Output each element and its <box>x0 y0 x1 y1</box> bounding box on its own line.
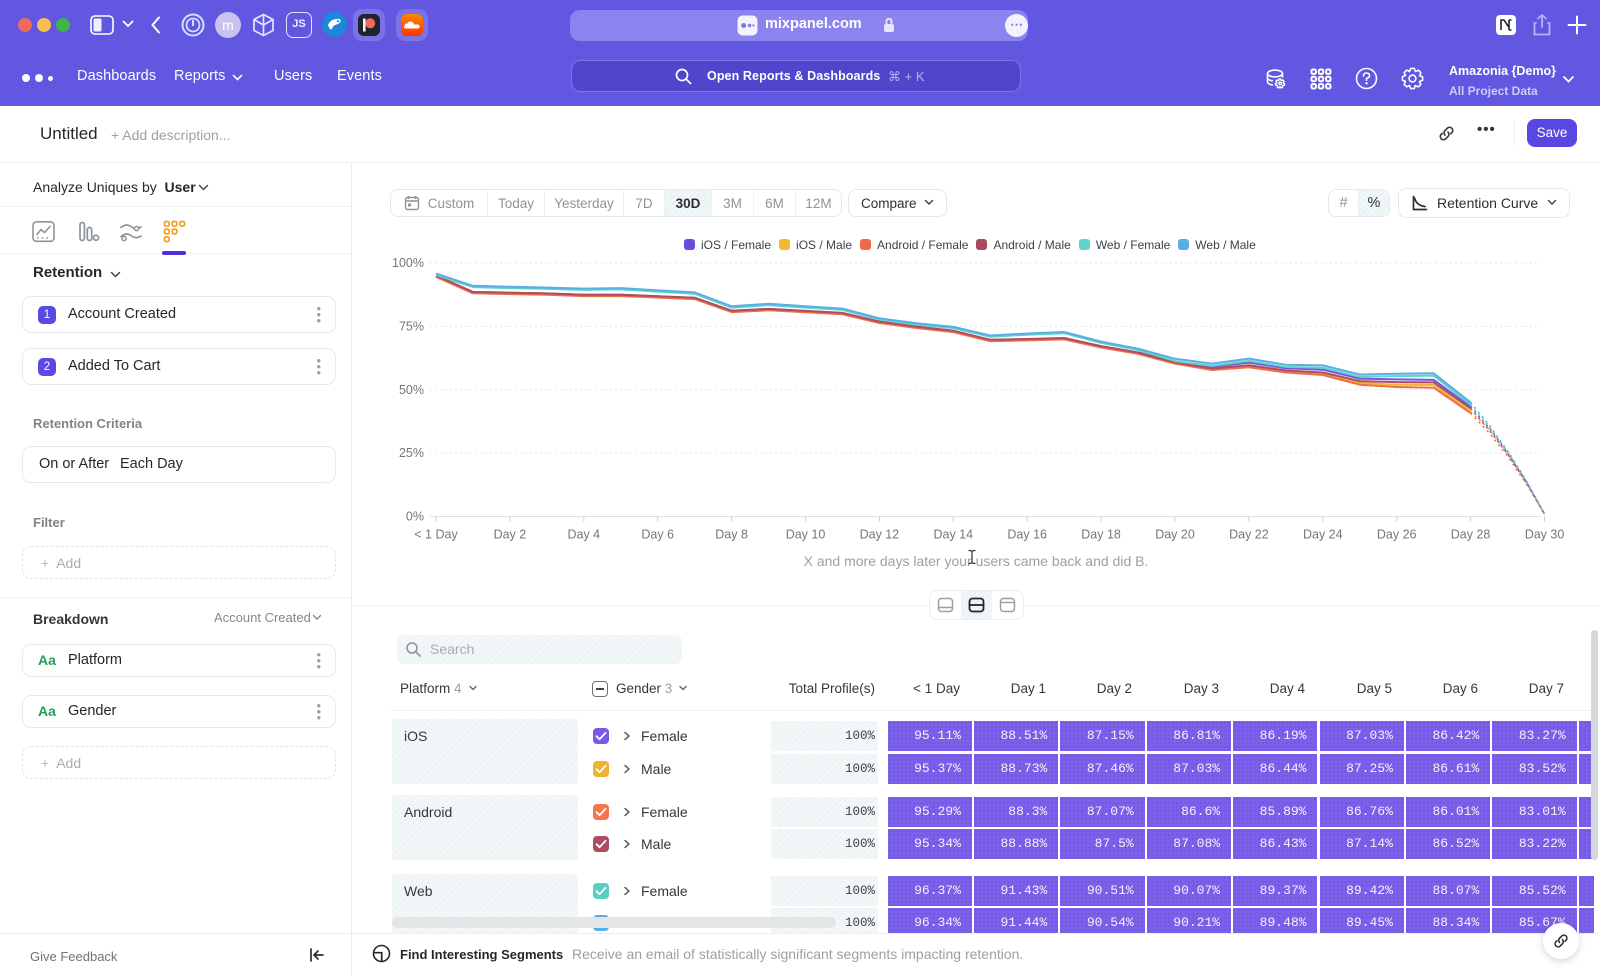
svg-text:Day 8: Day 8 <box>715 528 748 542</box>
svg-text:Day 24: Day 24 <box>1303 528 1343 542</box>
svg-text:Day 12: Day 12 <box>860 528 900 542</box>
svg-text:< 1 Day: < 1 Day <box>414 528 458 542</box>
svg-text:Day 20: Day 20 <box>1155 528 1195 542</box>
svg-text:Day 22: Day 22 <box>1229 528 1269 542</box>
svg-text:Day 26: Day 26 <box>1377 528 1417 542</box>
svg-text:Day 4: Day 4 <box>567 528 600 542</box>
svg-text:Day 16: Day 16 <box>1007 528 1047 542</box>
svg-text:50%: 50% <box>399 383 424 397</box>
svg-text:Day 18: Day 18 <box>1081 528 1121 542</box>
svg-text:100%: 100% <box>392 256 424 270</box>
svg-text:Day 30: Day 30 <box>1525 528 1565 542</box>
svg-text:Day 6: Day 6 <box>641 528 674 542</box>
svg-text:Day 10: Day 10 <box>786 528 826 542</box>
svg-text:Day 2: Day 2 <box>494 528 527 542</box>
svg-text:25%: 25% <box>399 446 424 460</box>
svg-text:Day 14: Day 14 <box>933 528 973 542</box>
svg-text:Day 28: Day 28 <box>1451 528 1491 542</box>
svg-text:75%: 75% <box>399 319 424 333</box>
svg-text:0%: 0% <box>406 510 424 524</box>
